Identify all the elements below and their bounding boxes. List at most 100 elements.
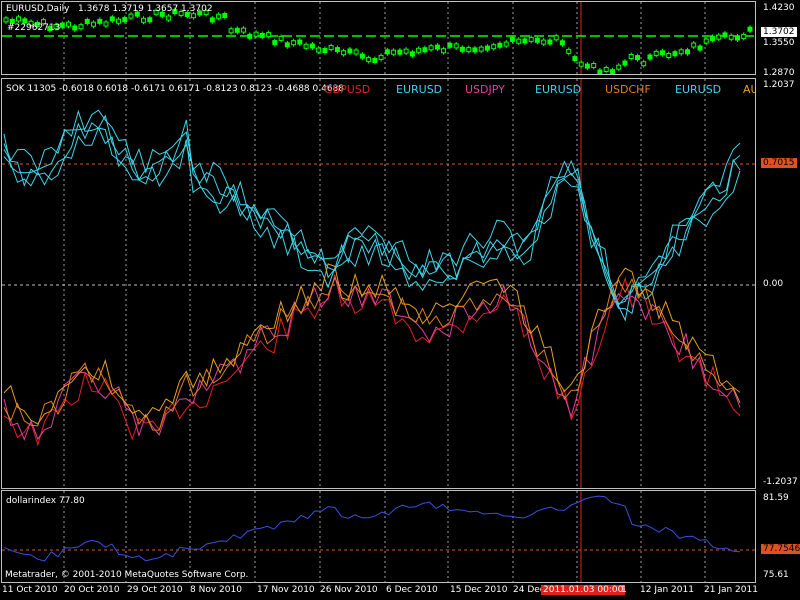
price-candle [647, 54, 653, 60]
price-candle [222, 13, 228, 18]
dollar-index-line [3, 495, 741, 562]
price-candle [616, 64, 622, 70]
price-candle [303, 43, 309, 49]
time-label: 12 Jan 2011 [640, 585, 694, 595]
price-candle [641, 61, 647, 67]
price-candle [441, 48, 447, 54]
price-candle [735, 35, 740, 41]
price-candle [384, 49, 390, 55]
price-candle [316, 47, 322, 53]
price-candle [447, 42, 453, 48]
price-candle [91, 21, 96, 27]
time-label: 29 Oct 2010 [127, 585, 183, 595]
price-candle [334, 47, 340, 53]
price-candle [728, 34, 734, 40]
sok-axis-bottom: -1.2037 [763, 477, 798, 487]
sok-series-line [3, 274, 741, 447]
price-chart-pane[interactable]: EURUSD,Daily 1.3678 1.3719 1.3657 1.3702… [1, 1, 756, 75]
price-candle [516, 38, 522, 44]
price-axis-mid: 1.3550 [763, 38, 795, 48]
sok-series-line [3, 276, 741, 431]
price-candle [209, 17, 215, 23]
price-candle [566, 48, 572, 54]
price-candle [191, 13, 197, 19]
price-candle [572, 56, 578, 62]
sok-series-line [3, 126, 741, 315]
price-candle [635, 55, 640, 61]
price-candle [422, 47, 428, 53]
price-candle [322, 48, 328, 53]
price-candle [584, 63, 590, 69]
price-candle [284, 42, 290, 48]
sok-axis-level: 0.7015 [761, 158, 797, 168]
price-candle [697, 45, 703, 51]
price-candle [722, 32, 728, 38]
price-candle [653, 50, 659, 56]
sok-indicator-pane[interactable]: SOK 11305 -0.6018 0.6018 -0.6171 0.6171 … [1, 78, 756, 489]
price-candle [66, 21, 71, 27]
sok-axis-zero: 0.00 [763, 279, 784, 289]
price-candle [710, 35, 715, 41]
price-candle [660, 50, 665, 56]
price-axis: 1.4230 1.3702 1.3550 1.2870 1.2037 0.701… [757, 0, 800, 600]
sok-series-line [3, 109, 741, 305]
price-candle [541, 39, 547, 45]
price-candle [603, 67, 609, 72]
dollar-index-pane[interactable]: dollarindex 77.80 Metatrader, © 2001-201… [1, 490, 756, 583]
price-candle [78, 24, 84, 30]
sok-indicator-canvas[interactable] [2, 79, 756, 489]
price-candle [547, 39, 553, 45]
price-candle [403, 48, 409, 54]
price-candle [216, 13, 222, 19]
price-candle [228, 28, 234, 34]
sok-title: SOK 11305 -0.6018 0.6018 -0.6171 0.6171 … [6, 84, 344, 94]
price-candle [84, 19, 90, 24]
legend-item-eurusd-3: EURUSD [675, 83, 722, 96]
time-label: 21 Jan 2011 [704, 585, 758, 595]
price-candle [378, 54, 384, 60]
price-candle [459, 46, 465, 52]
price-candle [59, 22, 65, 28]
price-candle [253, 31, 259, 37]
price-candle [416, 47, 422, 53]
price-candle [3, 17, 9, 23]
price-candle [591, 63, 597, 68]
price-candle [116, 18, 121, 24]
sok-series-line [3, 275, 741, 441]
price-candle [259, 33, 265, 38]
price-candle [610, 69, 615, 74]
price-candle [716, 34, 722, 40]
price-candle [309, 43, 315, 49]
price-candle [559, 40, 565, 46]
legend-item-usdchf: USDCHF [605, 83, 651, 96]
price-candle [103, 21, 109, 27]
price-candle [122, 17, 128, 23]
price-candle [297, 39, 303, 45]
price-candle [147, 17, 153, 23]
price-candle [109, 16, 115, 22]
time-label: 1 [621, 585, 627, 595]
price-ohlc: 1.3678 1.3719 1.3657 1.3702 [78, 4, 213, 14]
price-candle [553, 35, 559, 41]
price-candle [266, 32, 272, 38]
time-label: 11 Oct 2010 [2, 585, 58, 595]
legend-item-gbpusd: GBPUSD [324, 83, 371, 96]
price-candle [241, 27, 247, 33]
price-candle [678, 49, 684, 55]
price-candle [672, 51, 678, 57]
crosshair-time-label: 2011.01.03 00:00 [541, 585, 626, 595]
price-candle [278, 35, 284, 41]
price-candle [622, 60, 628, 66]
price-candle [166, 15, 172, 21]
price-candle [666, 53, 672, 58]
price-candle [291, 40, 297, 46]
price-candle [628, 54, 634, 59]
time-label: 26 Nov 2010 [320, 585, 378, 595]
sok-axis-top: 1.2037 [763, 80, 795, 90]
dx-axis-top: 81.59 [763, 493, 789, 503]
dollar-index-title: dollarindex 77.80 [6, 496, 85, 506]
price-candle [247, 33, 253, 39]
price-candle [341, 50, 347, 56]
price-candle [466, 47, 472, 53]
price-candle [509, 36, 515, 42]
